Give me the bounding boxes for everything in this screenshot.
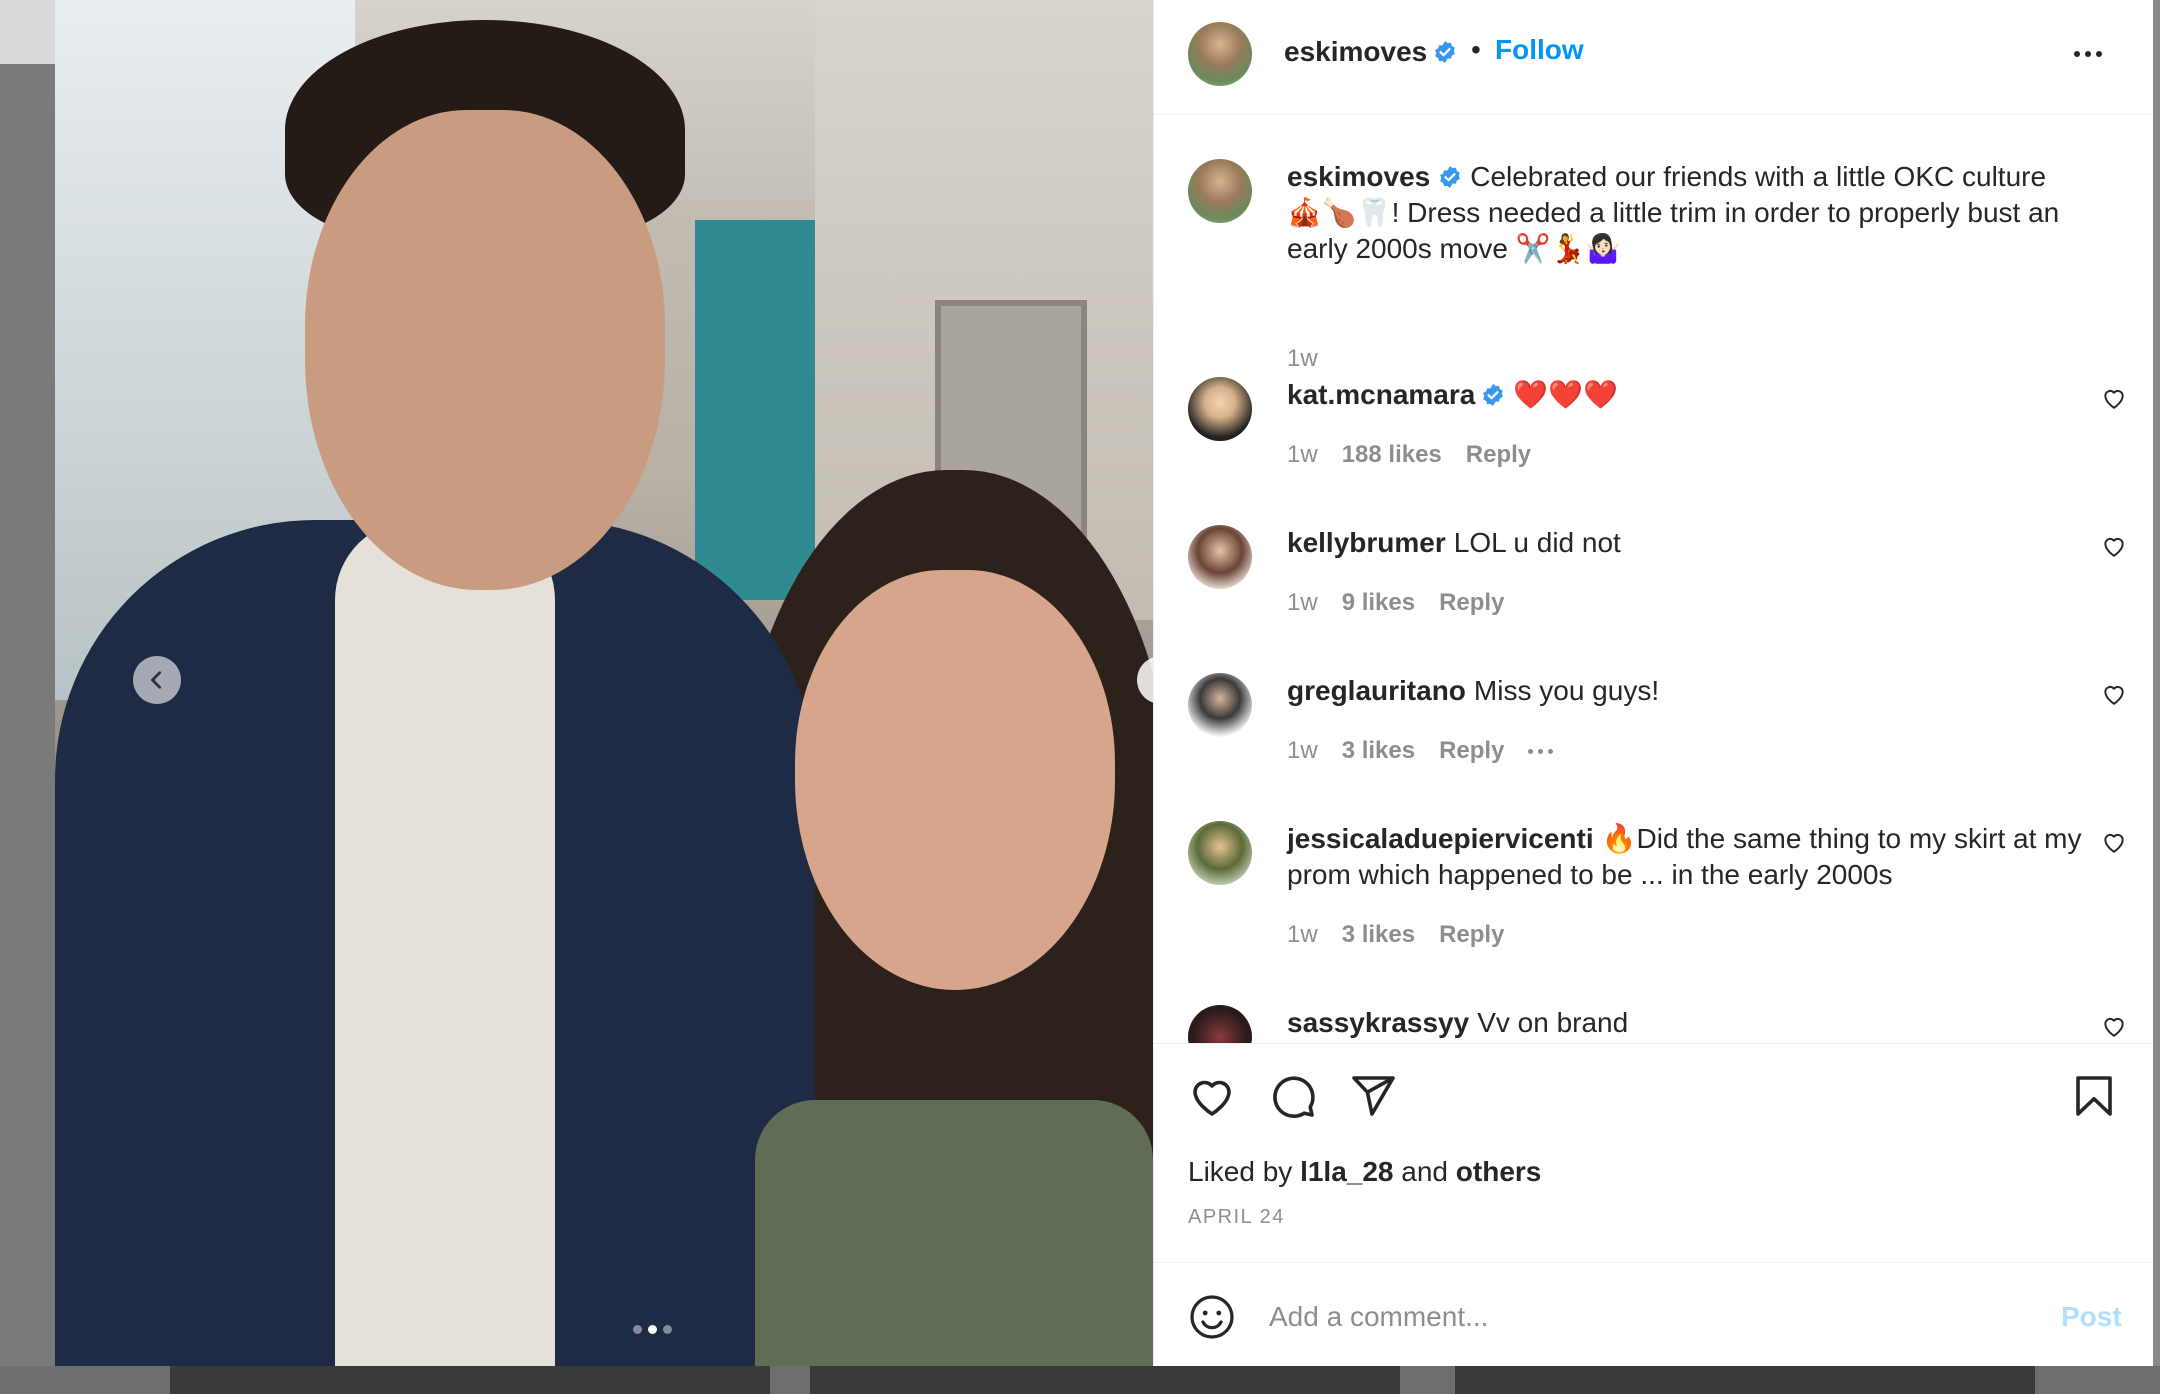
header-separator: • (1471, 34, 1481, 65)
comment-input[interactable] (1267, 1289, 1991, 1345)
comment-body: Vv on brand (1477, 1007, 1629, 1038)
comment-meta: 1w 3 likes Reply (1287, 737, 1554, 765)
comment-avatar[interactable] (1188, 525, 1252, 589)
reply-button[interactable]: Reply (1439, 921, 1504, 949)
comment-avatar[interactable] (1188, 1005, 1252, 1043)
liked-by-prefix: Liked by (1188, 1156, 1293, 1187)
backdrop-right (2152, 0, 2160, 1394)
comment-like-heart-icon[interactable] (2101, 533, 2127, 559)
comment-likes[interactable]: 3 likes (1342, 737, 1415, 765)
comment-options-button[interactable] (1528, 748, 1554, 754)
caption-avatar[interactable] (1188, 159, 1252, 223)
comment-text: greglauritano Miss you guys! (1287, 673, 2087, 709)
reply-button[interactable]: Reply (1439, 737, 1504, 765)
emoji-smiley-icon[interactable] (1188, 1293, 1236, 1341)
verified-badge-icon (1483, 384, 1504, 406)
carousel-prev-button[interactable] (133, 656, 181, 704)
like-heart-icon[interactable] (1188, 1072, 1236, 1120)
comment-likes[interactable]: 188 likes (1342, 441, 1442, 469)
carousel-dot-active (648, 1325, 657, 1334)
comment-avatar[interactable] (1188, 673, 1252, 737)
comment-bubble-icon[interactable] (1269, 1072, 1317, 1120)
comment-meta: 1w 3 likes Reply (1287, 921, 1504, 949)
comment-username[interactable]: kat.mcnamara (1287, 379, 1475, 410)
share-send-icon[interactable] (1349, 1072, 1397, 1120)
comment-text: kat.mcnamara ❤️❤️❤️ (1287, 377, 2087, 413)
comment-timestamp[interactable]: 1w (1287, 441, 1318, 469)
more-options-button[interactable] (2074, 40, 2114, 68)
comment-timestamp[interactable]: 1w (1287, 737, 1318, 765)
liked-by-others-link[interactable]: others (1456, 1156, 1542, 1187)
comment-avatar[interactable] (1188, 821, 1252, 885)
comment-likes[interactable]: 9 likes (1342, 589, 1415, 617)
comment-avatar[interactable] (1188, 377, 1252, 441)
chevron-left-icon (151, 671, 162, 689)
comment-like-heart-icon[interactable] (2101, 829, 2127, 855)
comment-username[interactable]: jessicaladuepiervicenti (1287, 823, 1594, 854)
liked-by-text: Liked by l1la_28 and others (1188, 1156, 1541, 1188)
comment-like-heart-icon[interactable] (2101, 681, 2127, 707)
comment-timestamp[interactable]: 1w (1287, 589, 1318, 617)
comment-text: jessicaladuepiervicenti 🔥Did the same thi… (1287, 821, 2087, 893)
caption-timestamp[interactable]: 1w (1287, 345, 1318, 373)
owner-username[interactable]: eskimoves (1284, 36, 1457, 68)
comment-like-heart-icon[interactable] (2101, 385, 2127, 411)
comment-likes[interactable]: 3 likes (1342, 921, 1415, 949)
post-photo[interactable] (55, 0, 1153, 1366)
add-comment-bar: Post (1154, 1262, 2153, 1367)
carousel-dots (633, 1325, 672, 1334)
backdrop-left (0, 0, 55, 1394)
comment-text: sassykrassyy Vv on brand (1287, 1005, 2087, 1041)
more-dot-icon (2074, 51, 2080, 57)
carousel-dot (663, 1325, 672, 1334)
carousel-dot (633, 1325, 642, 1334)
post-side-panel: eskimoves • Follow eskimoves Celebrated o… (1153, 0, 2153, 1366)
comment-text: kellybrumer LOL u did not (1287, 525, 2087, 561)
reply-button[interactable]: Reply (1439, 589, 1504, 617)
post-comment-button[interactable]: Post (2061, 1301, 2122, 1333)
backdrop-thumbnail[interactable] (810, 1366, 1400, 1394)
caption-username[interactable]: eskimoves (1287, 161, 1430, 192)
verified-badge-icon (1440, 166, 1461, 188)
post-date[interactable]: APRIL 24 (1188, 1206, 1285, 1229)
post-actions: Liked by l1la_28 and others APRIL 24 (1154, 1043, 2153, 1264)
comment-body: Miss you guys! (1473, 675, 1660, 706)
comment-username[interactable]: sassykrassyy (1287, 1007, 1469, 1038)
verified-badge-icon (1435, 41, 1456, 63)
liked-by-user-link[interactable]: l1la_28 (1300, 1156, 1393, 1187)
backdrop-thumbnail[interactable] (1455, 1366, 2035, 1394)
reply-button[interactable]: Reply (1466, 441, 1531, 469)
save-bookmark-icon[interactable] (2070, 1072, 2118, 1120)
comment-meta: 1w 9 likes Reply (1287, 589, 1504, 617)
comment-username[interactable]: kellybrumer (1287, 527, 1446, 558)
comment-body: LOL u did not (1453, 527, 1621, 558)
owner-avatar[interactable] (1188, 22, 1252, 86)
liked-by-and: and (1401, 1156, 1448, 1187)
follow-button[interactable]: Follow (1495, 34, 1584, 66)
comment-meta: 1w 188 likes Reply (1287, 441, 1531, 469)
caption-meta: 1w (1287, 345, 1318, 373)
post-header: eskimoves • Follow (1154, 0, 2153, 115)
caption-text: eskimoves Celebrated our friends with a l… (1287, 159, 2087, 267)
comment-body: ❤️❤️❤️ (1513, 379, 1618, 410)
backdrop-thumbnail[interactable] (170, 1366, 770, 1394)
comment-username[interactable]: greglauritano (1287, 675, 1466, 706)
comment-timestamp[interactable]: 1w (1287, 921, 1318, 949)
comments-list[interactable]: eskimoves Celebrated our friends with a l… (1154, 115, 2153, 1043)
comment-like-heart-icon[interactable] (2101, 1013, 2127, 1039)
